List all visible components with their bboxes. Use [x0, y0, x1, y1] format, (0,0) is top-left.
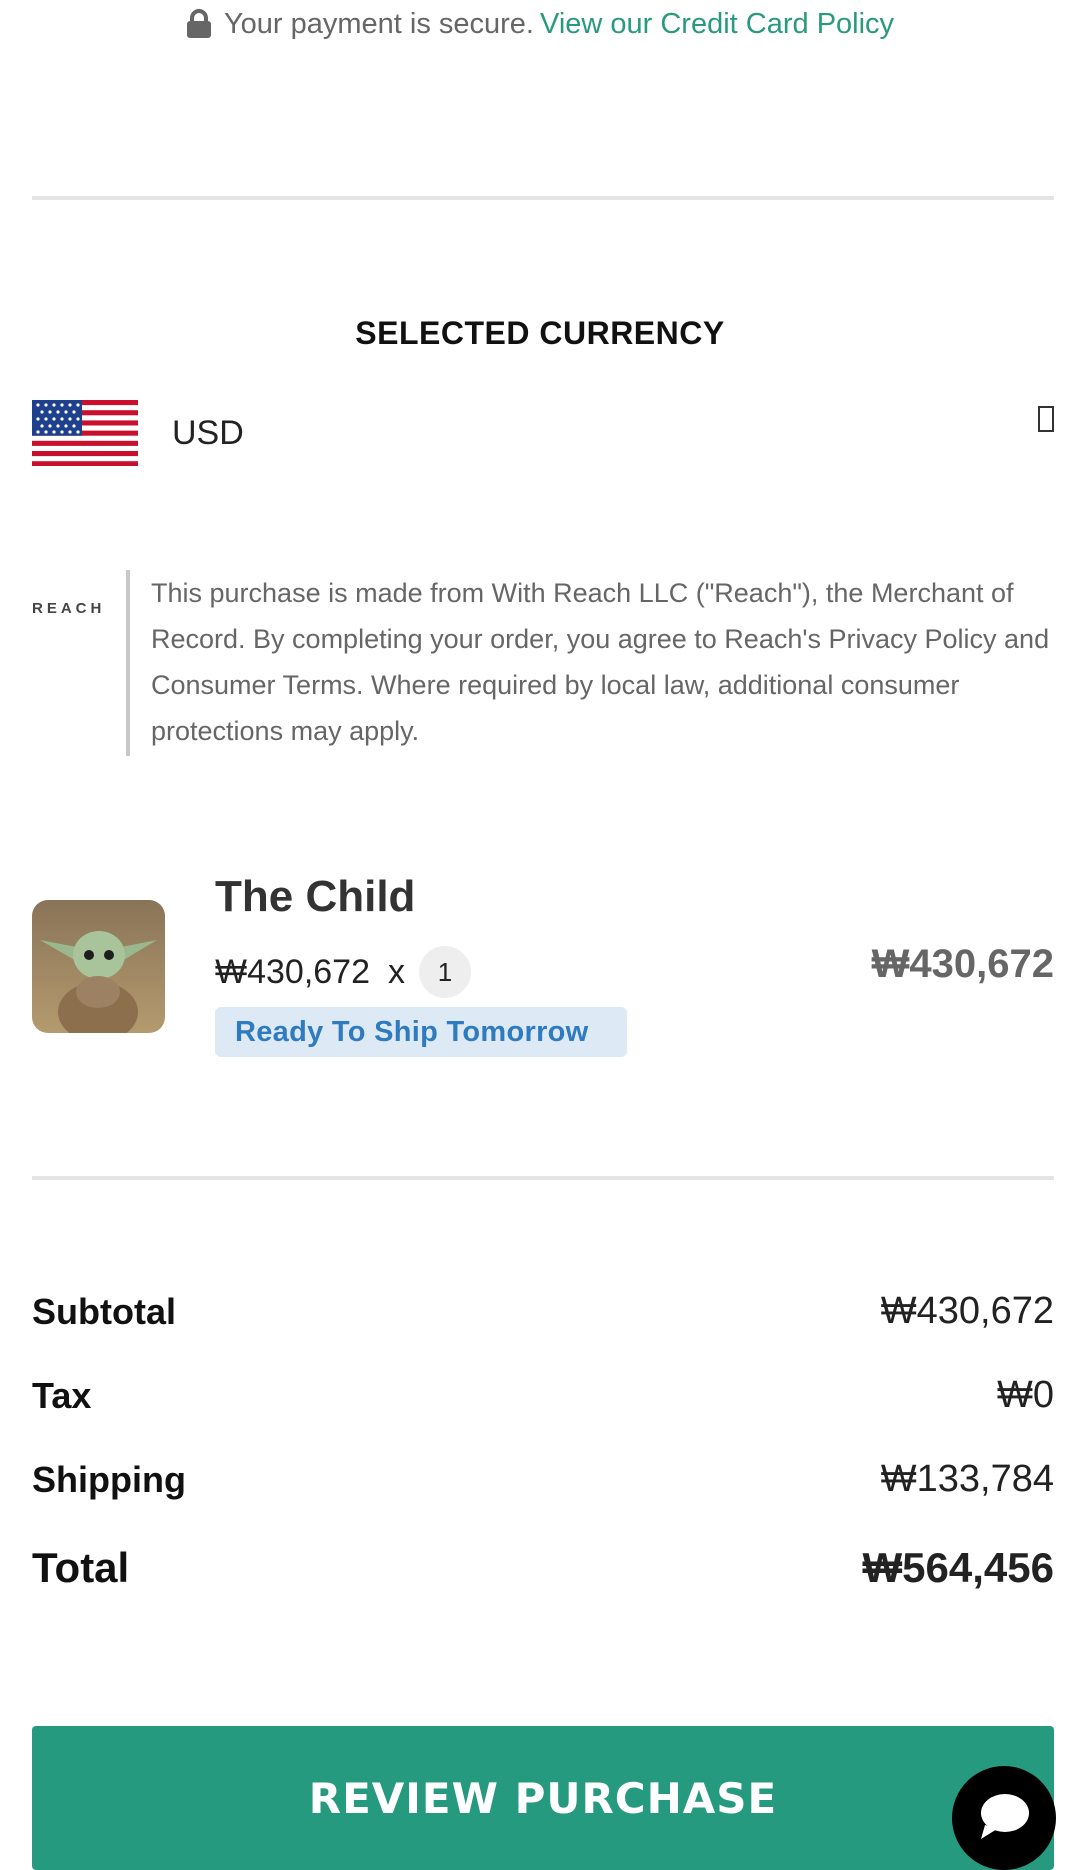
- subtotal-value: ₩430,672: [880, 1290, 1054, 1332]
- notice-bar: [126, 570, 130, 756]
- cart-item: The Child ₩430,672 x 1 Ready To Ship Tom…: [32, 872, 1054, 1062]
- secure-payment-row: Your payment is secure. View our Credit …: [0, 0, 1080, 48]
- subtotal-label: Subtotal: [32, 1290, 176, 1332]
- review-purchase-button[interactable]: REVIEW PURCHASE: [32, 1726, 1054, 1870]
- merchant-notice: REACH This purchase is made from With Re…: [32, 570, 1054, 756]
- currency-section-title: SELECTED CURRENCY: [355, 315, 725, 351]
- merchant-notice-text: This purchase is made from With Reach LL…: [151, 578, 1050, 746]
- shipping-row: Shipping ₩133,784: [32, 1458, 1054, 1501]
- checkout-page: Your payment is secure. View our Credit …: [0, 0, 1080, 1870]
- line-total: ₩430,672: [871, 942, 1054, 986]
- currency-code: USD: [172, 413, 244, 452]
- lock-icon: [186, 9, 212, 39]
- quantity-badge: 1: [419, 946, 471, 998]
- total-value: ₩564,456: [862, 1544, 1054, 1591]
- tax-row: Tax ₩0: [32, 1374, 1054, 1417]
- us-flag-icon: [32, 400, 138, 466]
- tax-value: ₩0: [997, 1374, 1054, 1416]
- reach-logo: REACH: [32, 600, 106, 617]
- subtotal-row: Subtotal ₩430,672: [32, 1290, 1054, 1333]
- chat-button[interactable]: [952, 1766, 1056, 1870]
- shipping-value: ₩133,784: [880, 1458, 1054, 1500]
- product-name: The Child: [215, 872, 416, 921]
- shipping-badge: Ready To Ship Tomorrow: [215, 1007, 627, 1057]
- secure-text: Your payment is secure.: [223, 7, 534, 40]
- divider: [32, 196, 1054, 200]
- currency-selector[interactable]: USD: [32, 400, 1054, 466]
- unit-price-line: ₩430,672 x 1: [215, 946, 471, 998]
- tax-label: Tax: [32, 1374, 92, 1416]
- total-label: Total: [32, 1544, 130, 1591]
- times-sign: x: [388, 952, 405, 991]
- unit-price: ₩430,672: [215, 952, 370, 991]
- total-row: Total ₩564,456: [32, 1544, 1054, 1592]
- credit-card-policy-link[interactable]: View our Credit Card Policy: [540, 8, 894, 41]
- dropdown-icon[interactable]: [1038, 406, 1054, 432]
- shipping-label: Shipping: [32, 1458, 186, 1500]
- chat-bubble-icon: [977, 1791, 1031, 1846]
- product-image: [32, 900, 165, 1033]
- divider: [32, 1176, 1054, 1180]
